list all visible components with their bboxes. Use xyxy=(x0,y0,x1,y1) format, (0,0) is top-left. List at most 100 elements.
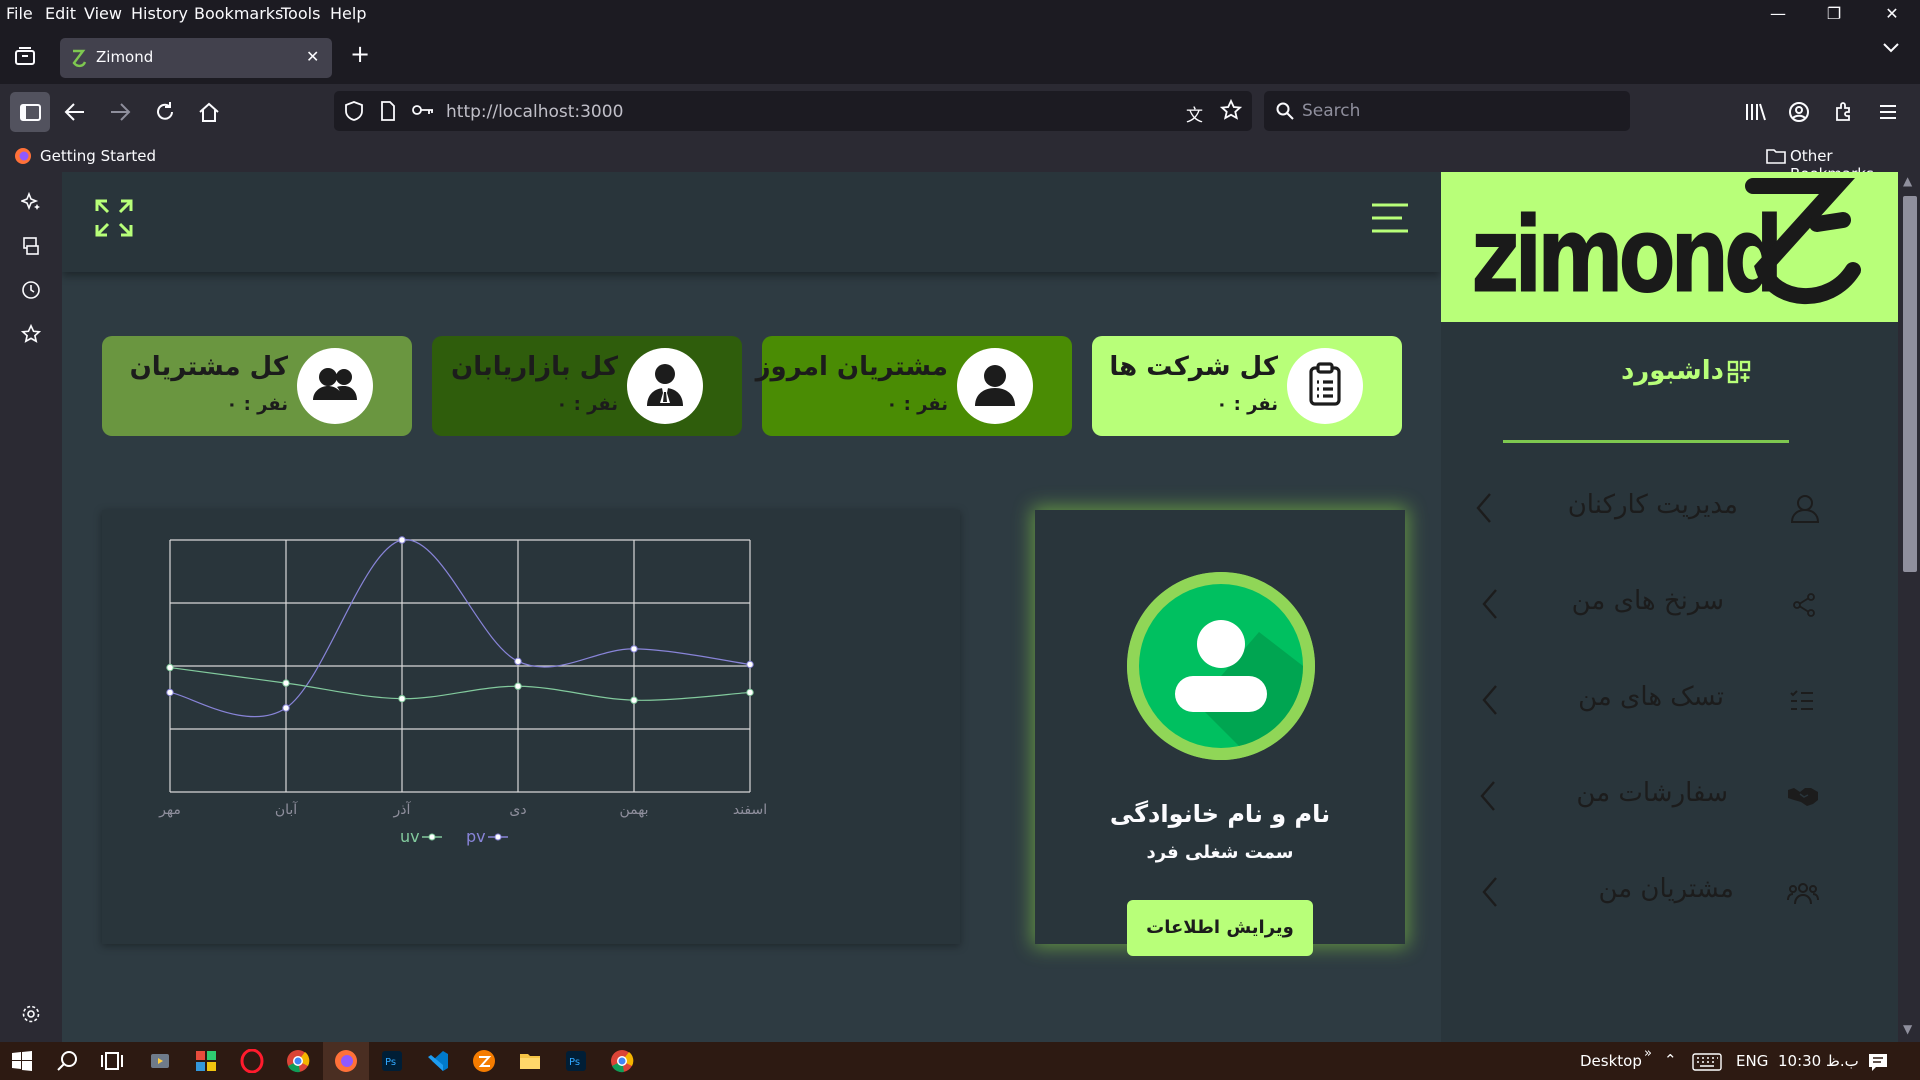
bookmarks-star-icon[interactable] xyxy=(21,324,41,344)
media-player-icon[interactable] xyxy=(148,1049,172,1073)
settings-gear-icon[interactable] xyxy=(21,1004,41,1024)
notification-icon[interactable] xyxy=(1868,1052,1888,1072)
file-explorer-icon[interactable] xyxy=(518,1049,542,1073)
hamburger-menu-icon[interactable] xyxy=(1878,103,1898,121)
reload-icon[interactable] xyxy=(154,101,176,123)
fullscreen-expand-icon[interactable] xyxy=(94,198,134,238)
hamburger-toggle-icon[interactable] xyxy=(1370,202,1410,234)
data-point-pv xyxy=(746,660,754,669)
search-taskbar-icon[interactable] xyxy=(56,1049,80,1073)
nav-dashboard[interactable]: داشبورد xyxy=(1621,356,1724,386)
nav-item-staff-management[interactable]: مدیریت کارکنان xyxy=(1441,478,1900,538)
clock[interactable]: 10:30 ب.ظ xyxy=(1778,1052,1859,1070)
vscode-icon[interactable] xyxy=(426,1049,450,1073)
menu-bar: File Edit View History Bookmarks Tools H… xyxy=(0,0,1920,28)
legend-dot-uv xyxy=(428,833,436,841)
opera-icon[interactable] xyxy=(240,1049,264,1073)
scrollbar-thumb[interactable] xyxy=(1903,196,1917,572)
menu-view[interactable]: View xyxy=(84,4,122,23)
library-icon[interactable] xyxy=(1744,101,1766,123)
tab-strip: Zimond ✕ + xyxy=(0,28,1920,84)
tab-zimond[interactable]: Zimond ✕ xyxy=(60,38,332,78)
zimond-logo[interactable]: zimond xyxy=(1441,172,1900,322)
dashboard-grid-icon xyxy=(1727,360,1751,384)
handshake-icon xyxy=(1787,784,1819,808)
firefox-taskbar-icon[interactable] xyxy=(334,1049,358,1073)
sidebar-toggle-button[interactable] xyxy=(10,92,50,132)
orange-app-icon[interactable] xyxy=(472,1049,496,1073)
edit-profile-button[interactable]: ویرایش اطلاعات xyxy=(1127,900,1313,956)
bookmark-getting-started[interactable]: Getting Started xyxy=(40,147,156,165)
photoshop-2-icon[interactable]: Ps xyxy=(564,1049,588,1073)
restore-button[interactable]: ❐ xyxy=(1824,4,1844,23)
nav-item-label: مدیریت کارکنان xyxy=(1567,490,1738,520)
new-tab-icon[interactable]: + xyxy=(350,40,370,68)
chrome-2-icon[interactable] xyxy=(610,1049,634,1073)
clipboard-icon xyxy=(1287,348,1363,424)
tray-chevron-up-icon[interactable]: ⌃ xyxy=(1664,1051,1677,1069)
history-icon[interactable] xyxy=(21,280,41,300)
nav-item-label: مشتریان من xyxy=(1598,874,1734,904)
menu-tools[interactable]: Tools xyxy=(281,4,320,23)
windows-start-icon[interactable] xyxy=(10,1049,34,1073)
bookmark-star-icon[interactable] xyxy=(1220,99,1242,121)
menu-help[interactable]: Help xyxy=(330,4,366,23)
task-view-icon[interactable] xyxy=(100,1049,124,1073)
desktop-label[interactable]: Desktop xyxy=(1580,1052,1642,1070)
back-arrow-icon[interactable] xyxy=(64,101,86,123)
chrome-icon[interactable] xyxy=(286,1049,310,1073)
menu-edit[interactable]: Edit xyxy=(45,4,76,23)
nav-item-my-orders[interactable]: سفارشات من xyxy=(1441,766,1900,826)
line-chart: مهر آبان آذر دی بهمن اسفند uv pv xyxy=(158,536,767,846)
url-bar[interactable]: http://localhost:3000 文 xyxy=(334,91,1252,131)
profile-avatar xyxy=(1127,572,1315,760)
double-chevron-icon[interactable]: » xyxy=(1644,1046,1652,1061)
profile-card: نام و نام خانوادگی سمت شغلی فرد ویرایش ا… xyxy=(1035,510,1405,956)
language-indicator[interactable]: ENG xyxy=(1736,1052,1768,1070)
page-scrollbar[interactable]: ▲ ▼ xyxy=(1898,172,1920,1042)
photoshop-icon[interactable]: Ps xyxy=(380,1049,404,1073)
synced-tabs-icon[interactable] xyxy=(21,236,41,256)
scroll-up-arrow[interactable]: ▲ xyxy=(1903,174,1912,188)
key-icon[interactable] xyxy=(412,103,434,117)
checklist-icon xyxy=(1789,688,1815,714)
forward-arrow-icon[interactable] xyxy=(109,101,131,123)
list-tabs-chevron-icon[interactable] xyxy=(1882,42,1900,54)
keyboard-icon[interactable] xyxy=(1692,1053,1722,1071)
search-bar[interactable] xyxy=(1264,91,1630,131)
shield-icon[interactable] xyxy=(344,101,364,121)
x-tick-label: بهمن xyxy=(619,802,648,818)
close-window-button[interactable]: ✕ xyxy=(1882,4,1902,23)
minimize-button[interactable]: — xyxy=(1768,4,1788,23)
series-line-pv xyxy=(169,539,751,718)
data-point-uv xyxy=(514,682,522,690)
menu-bookmarks[interactable]: Bookmarks xyxy=(194,4,283,23)
account-icon[interactable] xyxy=(1788,101,1810,123)
stat-card-total-customers: کل مشتریان نفر : ۰ xyxy=(102,336,412,436)
nav-item-my-customers[interactable]: مشتریان من xyxy=(1441,862,1900,922)
stat-value: نفر : ۰ xyxy=(556,394,618,415)
data-point-pv xyxy=(166,688,174,697)
scroll-down-arrow[interactable]: ▼ xyxy=(1903,1022,1912,1036)
url-text[interactable]: http://localhost:3000 xyxy=(446,102,623,122)
search-input[interactable] xyxy=(1302,100,1602,122)
app-grid-icon[interactable] xyxy=(194,1049,218,1073)
home-icon[interactable] xyxy=(198,101,220,123)
page-icon[interactable] xyxy=(380,101,396,121)
tab-overview-icon[interactable] xyxy=(14,46,36,66)
x-tick-label: مهر xyxy=(158,802,181,818)
close-tab-icon[interactable]: ✕ xyxy=(306,47,319,66)
menu-history[interactable]: History xyxy=(131,4,188,23)
nav-item-my-tasks[interactable]: تسک های من xyxy=(1441,670,1900,730)
data-point-pv xyxy=(514,657,522,666)
page-content: کل مشتریان نفر : ۰ کل بازاریابان نفر : ۰… xyxy=(62,172,1900,1042)
tab-title: Zimond xyxy=(96,48,154,66)
logo-text: zimond xyxy=(1471,194,1784,317)
menu-file[interactable]: File xyxy=(6,4,33,23)
nav-item-my-leads[interactable]: سرنخ های من xyxy=(1441,574,1900,634)
extensions-icon[interactable] xyxy=(1833,101,1855,123)
stat-card-today-customers: مشتریان امروز نفر : ۰ xyxy=(756,336,1072,436)
translate-icon[interactable]: 文 xyxy=(1186,101,1203,126)
profile-name: نام و نام خانوادگی xyxy=(1109,800,1331,828)
ai-chatbot-icon[interactable] xyxy=(21,192,41,212)
